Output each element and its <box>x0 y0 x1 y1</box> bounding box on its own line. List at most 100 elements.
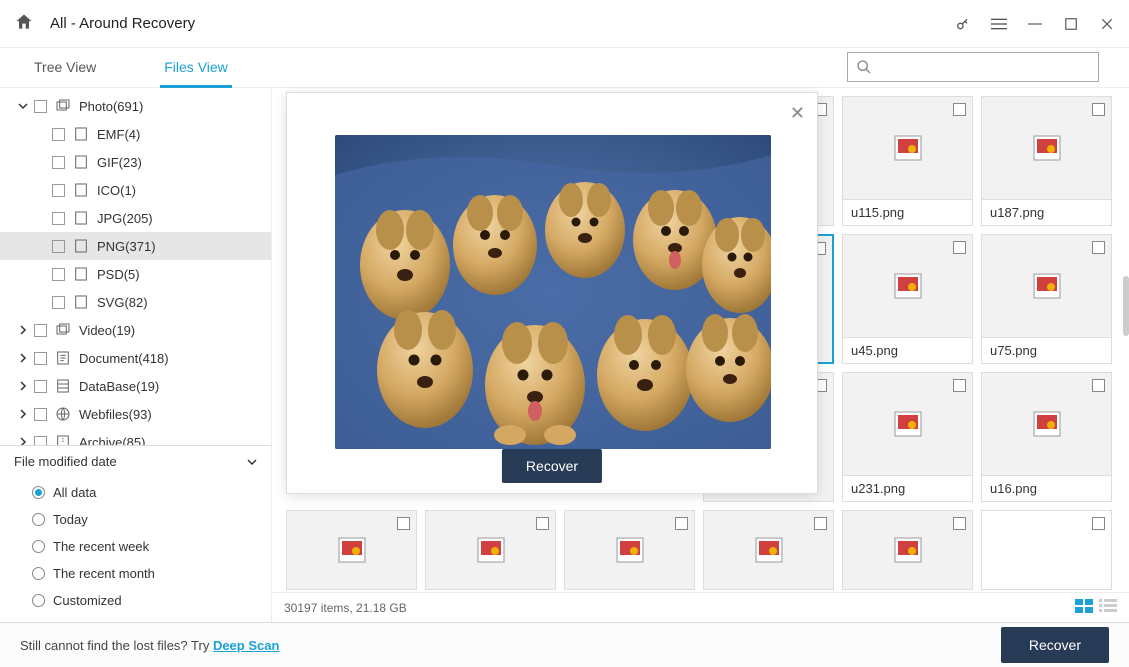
checkbox[interactable] <box>397 517 410 530</box>
tree-item-database[interactable]: DataBase(19) <box>0 372 271 400</box>
tree-item-webfiles[interactable]: Webfiles(93) <box>0 400 271 428</box>
status-bar: 30197 items, 21.18 GB <box>272 592 1129 622</box>
file-thumb[interactable]: u75.png <box>981 234 1112 364</box>
recover-button[interactable]: Recover <box>1001 627 1109 663</box>
filter-option-week[interactable]: The recent week <box>14 533 257 560</box>
image-icon <box>1033 411 1061 437</box>
close-icon[interactable] <box>1099 16 1115 32</box>
checkbox[interactable] <box>52 240 65 253</box>
photo-collection-icon <box>55 98 71 114</box>
file-thumb[interactable]: u231.png <box>842 372 973 502</box>
filter-option-all[interactable]: All data <box>14 479 257 506</box>
deep-scan-link[interactable]: Deep Scan <box>213 638 279 653</box>
tab-files-view[interactable]: Files View <box>160 51 232 88</box>
file-thumb[interactable] <box>981 510 1112 590</box>
minimize-icon[interactable] <box>1027 16 1043 32</box>
file-icon <box>73 238 89 254</box>
checkbox[interactable] <box>953 517 966 530</box>
checkbox[interactable] <box>1092 517 1105 530</box>
radio[interactable] <box>32 594 45 607</box>
window-title: All - Around Recovery <box>50 15 955 32</box>
filter-option-today[interactable]: Today <box>14 506 257 533</box>
tree-item-emf[interactable]: EMF(4) <box>0 120 271 148</box>
file-name: u16.png <box>982 475 1111 501</box>
checkbox[interactable] <box>536 517 549 530</box>
file-thumb[interactable]: u45.png <box>842 234 973 364</box>
document-icon <box>55 350 71 366</box>
checkbox[interactable] <box>34 324 47 337</box>
tree-item-document[interactable]: Document(418) <box>0 344 271 372</box>
footer: Still cannot find the lost files? Try De… <box>0 622 1129 667</box>
filter-option-month[interactable]: The recent month <box>14 560 257 587</box>
tree-item-ico[interactable]: ICO(1) <box>0 176 271 204</box>
preview-recover-button[interactable]: Recover <box>502 449 602 483</box>
checkbox[interactable] <box>34 100 47 113</box>
image-icon <box>894 273 922 299</box>
search-input[interactable] <box>878 60 1090 75</box>
checkbox[interactable] <box>1092 103 1105 116</box>
checkbox[interactable] <box>953 241 966 254</box>
checkbox[interactable] <box>953 379 966 392</box>
checkbox[interactable] <box>52 156 65 169</box>
file-thumb[interactable] <box>703 510 834 590</box>
sidebar: Photo(691) EMF(4) GIF(23) ICO(1) JPG(205 <box>0 88 272 622</box>
chevron-right-icon <box>18 409 28 419</box>
search-box[interactable] <box>847 52 1099 82</box>
tree-item-svg[interactable]: SVG(82) <box>0 288 271 316</box>
image-icon <box>616 537 644 563</box>
file-thumb[interactable] <box>425 510 556 590</box>
tree-item-gif[interactable]: GIF(23) <box>0 148 271 176</box>
key-icon[interactable] <box>955 16 971 32</box>
checkbox[interactable] <box>34 408 47 421</box>
image-icon <box>1033 273 1061 299</box>
checkbox[interactable] <box>1092 379 1105 392</box>
footer-hint: Still cannot find the lost files? Try De… <box>20 638 279 653</box>
tab-tree-view[interactable]: Tree View <box>30 51 100 88</box>
list-view-icon[interactable] <box>1099 599 1117 616</box>
file-thumb[interactable]: u115.png <box>842 96 973 226</box>
checkbox[interactable] <box>34 436 47 446</box>
checkbox[interactable] <box>52 296 65 309</box>
scrollbar-thumb[interactable] <box>1123 276 1129 336</box>
checkbox[interactable] <box>953 103 966 116</box>
menu-icon[interactable] <box>991 16 1007 32</box>
radio[interactable] <box>32 567 45 580</box>
file-thumb[interactable]: u187.png <box>981 96 1112 226</box>
radio-on[interactable] <box>32 486 45 499</box>
filter-option-custom[interactable]: Customized <box>14 587 257 614</box>
archive-icon <box>55 434 71 445</box>
file-thumb[interactable] <box>286 510 417 590</box>
preview-image <box>335 135 771 449</box>
checkbox[interactable] <box>675 517 688 530</box>
file-thumb[interactable] <box>564 510 695 590</box>
checkbox[interactable] <box>52 184 65 197</box>
file-name: u231.png <box>843 475 972 501</box>
checkbox[interactable] <box>814 517 827 530</box>
radio[interactable] <box>32 513 45 526</box>
tree-item-psd[interactable]: PSD(5) <box>0 260 271 288</box>
close-preview-icon[interactable]: ✕ <box>790 103 805 124</box>
file-thumb[interactable]: u16.png <box>981 372 1112 502</box>
tree-item-video[interactable]: Video(19) <box>0 316 271 344</box>
file-icon <box>73 266 89 282</box>
checkbox[interactable] <box>1092 241 1105 254</box>
checkbox[interactable] <box>52 128 65 141</box>
maximize-icon[interactable] <box>1063 16 1079 32</box>
home-icon[interactable] <box>14 12 50 35</box>
tree-item-jpg[interactable]: JPG(205) <box>0 204 271 232</box>
chevron-right-icon <box>18 381 28 391</box>
status-text: 30197 items, 21.18 GB <box>284 601 407 615</box>
file-thumb[interactable] <box>842 510 973 590</box>
tree-item-png[interactable]: PNG(371) <box>0 232 271 260</box>
image-icon <box>755 537 783 563</box>
checkbox[interactable] <box>34 352 47 365</box>
checkbox[interactable] <box>52 212 65 225</box>
tree-item-photo[interactable]: Photo(691) <box>0 92 271 120</box>
checkbox[interactable] <box>34 380 47 393</box>
tree-item-archive[interactable]: Archive(85) <box>0 428 271 445</box>
checkbox[interactable] <box>52 268 65 281</box>
image-icon <box>894 537 922 563</box>
grid-view-icon[interactable] <box>1075 599 1093 616</box>
filter-header[interactable]: File modified date <box>14 454 257 469</box>
radio[interactable] <box>32 540 45 553</box>
